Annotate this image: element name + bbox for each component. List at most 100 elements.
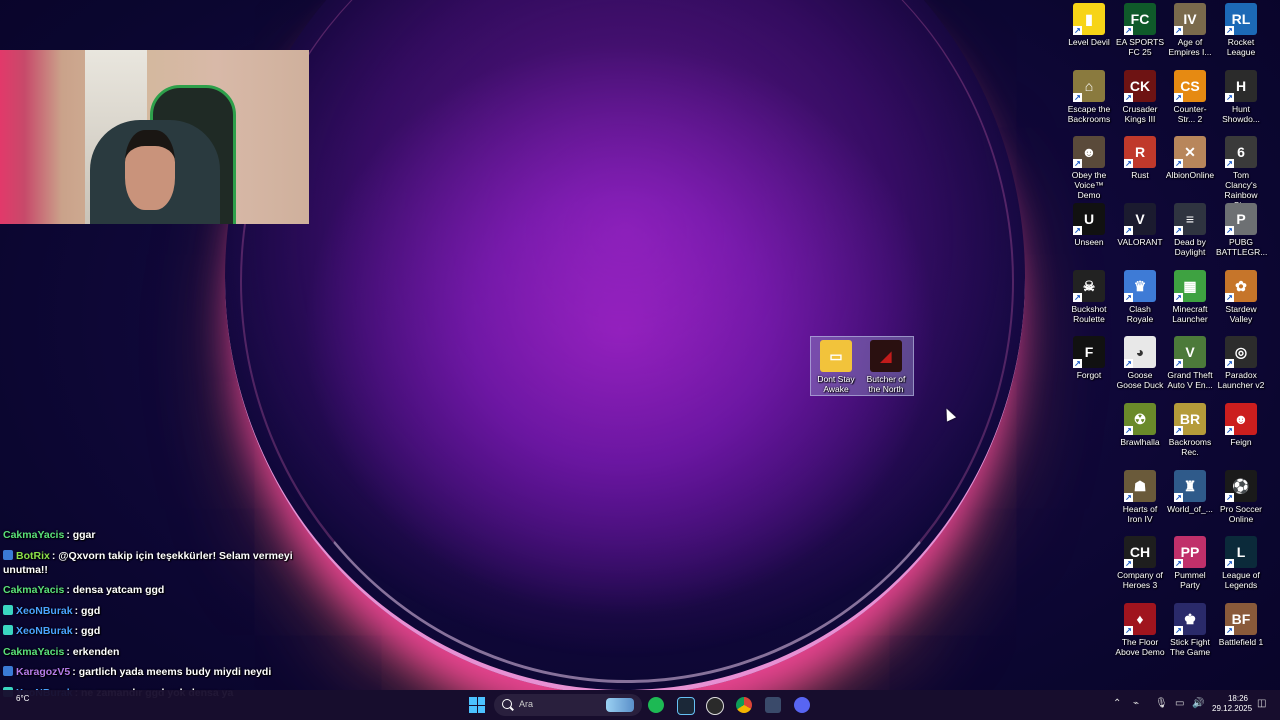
app-icon: ⌂ ↗ — [1073, 70, 1105, 102]
spotify-icon[interactable] — [648, 697, 664, 713]
desktop-icon[interactable]: CH ↗ Company of Heroes 3 — [1115, 536, 1165, 590]
steam-icon[interactable] — [677, 697, 695, 715]
desktop-icon[interactable]: PP ↗ Pummel Party — [1165, 536, 1215, 590]
shortcut-arrow-icon: ↗ — [1225, 26, 1234, 35]
desktop-icon-label: Feign — [1230, 437, 1252, 447]
app-icon: V ↗ — [1124, 203, 1156, 235]
chat-text: : erkenden — [66, 645, 120, 658]
desktop-icon[interactable]: ⌂ ↗ Escape the Backrooms — [1064, 70, 1114, 124]
desktop-icon-label: Stardew Valley — [1225, 304, 1257, 324]
app-icon: ♦ ↗ — [1124, 603, 1156, 635]
desktop-icon[interactable]: ✕ ↗ AlbionOnline — [1165, 136, 1215, 180]
desktop-icon-label: Escape the Backrooms — [1067, 104, 1111, 124]
desktop-icon[interactable]: IV ↗ Age of Empires I... — [1165, 3, 1215, 57]
chat-badge-icon — [3, 625, 13, 635]
desktop-icon-label: Company of Heroes 3 — [1117, 570, 1163, 590]
desktop-icon-label: Unseen — [1074, 237, 1104, 247]
desktop-icon[interactable]: ♜ ↗ World_of_... — [1165, 470, 1215, 514]
app-icon: ▦ ↗ — [1174, 270, 1206, 302]
desktop-icon-label: AlbionOnline — [1165, 170, 1215, 180]
desktop-icon-label: Battlefield 1 — [1218, 637, 1264, 647]
desktop-icon[interactable]: ✿ ↗ Stardew Valley — [1216, 270, 1266, 324]
chevron-up-icon[interactable]: ⌃ — [1113, 698, 1121, 709]
desktop-icon[interactable]: ◕ ↗ Goose Goose Duck — [1115, 336, 1165, 390]
shortcut-arrow-icon: ↗ — [1124, 493, 1133, 502]
chat-username: CakmaYacis — [3, 645, 65, 658]
app-icon: V ↗ — [1174, 336, 1206, 368]
ea-app-icon[interactable] — [706, 697, 724, 715]
desktop-icon-dont-stay-awake[interactable]: ▭ Dont Stay Awake — [811, 340, 861, 394]
desktop-icon-label: Obey the Voice™ Demo — [1071, 170, 1107, 200]
desktop-icon[interactable]: CS ↗ Counter-Str... 2 — [1165, 70, 1215, 124]
shortcut-arrow-icon: ↗ — [1124, 226, 1133, 235]
discord-icon[interactable] — [794, 697, 810, 713]
desktop-icon[interactable]: U ↗ Unseen — [1064, 203, 1114, 247]
weather-widget[interactable]: 6°C — [16, 694, 29, 703]
desktop-icon[interactable]: BR ↗ Backrooms Rec. — [1165, 403, 1215, 457]
desktop-icon-label: The Floor Above Demo — [1115, 637, 1165, 657]
start-tile — [477, 705, 485, 713]
desktop-icon-label: Brawlhalla — [1120, 437, 1160, 447]
desktop-icon[interactable]: ☠ ↗ Buckshot Roulette — [1064, 270, 1114, 324]
desktop-icon[interactable]: H ↗ Hunt Showdo... — [1216, 70, 1266, 124]
desktop-icon[interactable]: P ↗ PUBG BATTLEGR... — [1216, 203, 1267, 257]
desktop-icon[interactable]: ▮ ↗ Level Devil — [1064, 3, 1114, 47]
chat-text: : ggar — [66, 529, 96, 541]
desktop-icon[interactable]: ▦ ↗ Minecraft Launcher — [1165, 270, 1215, 324]
desktop-icon[interactable]: ☻ ↗ Obey the Voice™ Demo — [1064, 136, 1114, 200]
stream-chat-overlay: CakmaYacis: ggar BotRix: @Qxvorn takip iç… — [3, 528, 303, 706]
desktop-icon-label: Crusader Kings III — [1122, 104, 1158, 124]
desktop-icon[interactable]: V ↗ VALORANT — [1115, 203, 1165, 247]
start-button[interactable] — [469, 697, 485, 713]
desktop-icon[interactable]: ≡ ↗ Dead by Daylight — [1165, 203, 1215, 257]
app-icon: F ↗ — [1073, 336, 1105, 368]
desktop-icon[interactable]: L ↗ League of Legends — [1216, 536, 1266, 590]
app-icon: U ↗ — [1073, 203, 1105, 235]
desktop-icon[interactable]: FC ↗ EA SPORTS FC 25 — [1115, 3, 1165, 57]
desktop-icon[interactable]: R ↗ Rust — [1115, 136, 1165, 180]
shortcut-arrow-icon: ↗ — [1225, 559, 1234, 568]
desktop-icon-butcher-of-the-north[interactable]: ◢ Butcher of the North — [861, 340, 911, 394]
desktop-icon[interactable]: ⚽ ↗ Pro Soccer Online — [1216, 470, 1266, 524]
desktop-icon-label: Paradox Launcher v2 — [1217, 370, 1265, 390]
display-icon[interactable]: ▭ — [1175, 698, 1184, 709]
desktop-icon-label: Dont Stay Awake — [817, 374, 855, 394]
desktop-icon[interactable]: ◎ ↗ Paradox Launcher v2 — [1216, 336, 1266, 390]
app-icon: 6 ↗ — [1225, 136, 1257, 168]
network-icon[interactable]: ⌁ — [1133, 698, 1139, 709]
desktop-icon-label: Pro Soccer Online — [1219, 504, 1263, 524]
desktop-icon[interactable]: RL ↗ Rocket League — [1216, 3, 1266, 57]
chrome-icon[interactable] — [736, 697, 752, 713]
taskbar: 6°C Ara ⌃ ⌁ 🎙 ▭ 🔊 18:26 29.12.2025 ◫ — [0, 690, 1280, 720]
desktop-icon[interactable]: ☻ ↗ Feign — [1216, 403, 1266, 447]
shortcut-arrow-icon: ↗ — [1124, 559, 1133, 568]
app-icon: P ↗ — [1225, 203, 1257, 235]
desktop-icon-label: Clash Royale — [1126, 304, 1154, 324]
desktop-icon[interactable]: F ↗ Forgot — [1064, 336, 1114, 380]
app-icon: PP ↗ — [1174, 536, 1206, 568]
chat-username: CakmaYacis — [3, 529, 65, 541]
start-tile — [477, 697, 485, 705]
shortcut-arrow-icon: ↗ — [1174, 493, 1183, 502]
desktop-icon[interactable]: V ↗ Grand Theft Auto V En... — [1165, 336, 1215, 390]
shortcut-arrow-icon: ↗ — [1225, 426, 1234, 435]
app-icon: ☗ ↗ — [1124, 470, 1156, 502]
desktop-icon[interactable]: ♚ ↗ Stick Fight The Game — [1165, 603, 1215, 657]
volume-icon[interactable]: 🔊 — [1192, 698, 1204, 709]
desktop-icon[interactable]: ♦ ↗ The Floor Above Demo — [1115, 603, 1165, 657]
desktop-icon-label: Forgot — [1076, 370, 1102, 380]
webcam-overlay — [0, 50, 309, 224]
taskbar-search[interactable]: Ara — [494, 694, 642, 716]
microphone-icon[interactable]: 🎙 — [1155, 698, 1168, 709]
desktop-icon[interactable]: ☗ ↗ Hearts of Iron IV — [1115, 470, 1165, 524]
system-clock[interactable]: 18:26 29.12.2025 — [1212, 694, 1252, 714]
steam-game-icon[interactable] — [765, 697, 781, 713]
desktop-icon[interactable]: ☢ ↗ Brawlhalla — [1115, 403, 1165, 447]
desktop-icon[interactable]: BF ↗ Battlefield 1 — [1216, 603, 1266, 647]
desktop-icon[interactable]: CK ↗ Crusader Kings III — [1115, 70, 1165, 124]
shortcut-arrow-icon: ↗ — [1073, 226, 1082, 235]
desktop-icon[interactable]: ♛ ↗ Clash Royale — [1115, 270, 1165, 324]
desktop-icon[interactable]: 6↗Tom Clancy's Rainbow Si... — [1216, 136, 1266, 210]
notification-icon[interactable]: ◫ — [1257, 698, 1266, 709]
shortcut-arrow-icon: ↗ — [1225, 359, 1234, 368]
